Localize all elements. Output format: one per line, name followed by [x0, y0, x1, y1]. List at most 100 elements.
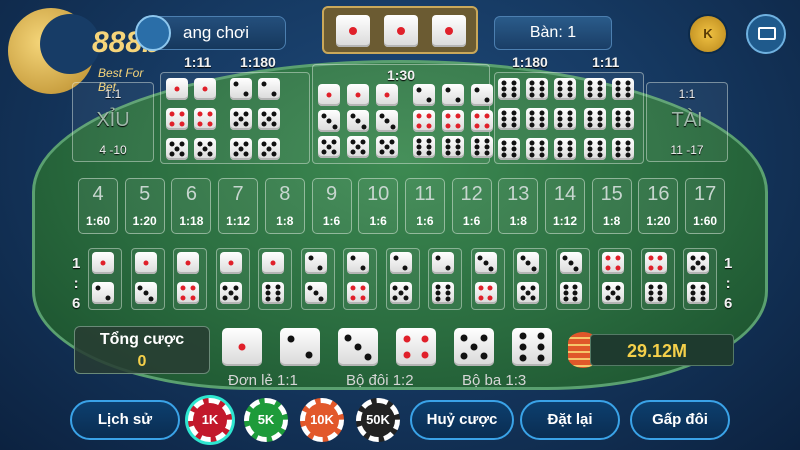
any-triple-die — [318, 110, 340, 132]
total-number: 13 — [507, 183, 530, 205]
any-triple-die — [376, 110, 398, 132]
total-odds: 1:8 — [603, 214, 621, 228]
combo-die — [474, 252, 497, 274]
triple-left-die — [194, 138, 216, 160]
total-odds: 1:8 — [276, 214, 294, 228]
total-bet-value: 0 — [137, 353, 147, 370]
combo-die — [347, 282, 369, 304]
cancel-bet-button[interactable]: Huỷ cược — [410, 400, 514, 440]
table-label-button[interactable]: Bàn: 1 — [494, 16, 612, 50]
bet-total-14[interactable]: 14 1:12 — [545, 178, 585, 234]
reset-button[interactable]: Đặt lại — [520, 400, 620, 440]
bet-total-5[interactable]: 5 1:20 — [124, 178, 165, 234]
triple-left-die — [230, 78, 252, 100]
total-odds: 1:18 — [179, 214, 204, 228]
chip-1k[interactable]: 1K — [188, 398, 232, 442]
bet-single-6[interactable] — [512, 328, 552, 366]
total-number: 9 — [325, 183, 338, 205]
any-triple-die — [347, 110, 369, 132]
any-triple-die — [376, 136, 398, 158]
combo-die — [687, 252, 709, 274]
triple-right-die — [526, 78, 548, 100]
chip-10k[interactable]: 10K — [300, 398, 344, 442]
any-triple-die — [376, 84, 398, 106]
chip-50k[interactable]: 50K — [356, 398, 400, 442]
room-icon — [135, 15, 171, 51]
total-odds: 1:60 — [85, 214, 111, 228]
combo-die — [347, 252, 369, 274]
combo-die — [219, 282, 242, 304]
bet-single-5[interactable] — [454, 328, 494, 366]
combo-die — [432, 282, 454, 304]
result-die-2 — [384, 15, 418, 47]
combo-die — [92, 282, 114, 304]
bet-total-15[interactable]: 15 1:8 — [591, 178, 632, 234]
total-odds: 1:6 — [462, 214, 481, 228]
triple-right-die — [584, 138, 606, 160]
balance-value: 29.12M — [627, 341, 688, 361]
combo-die — [177, 282, 199, 304]
bet-total-16[interactable]: 16 1:20 — [638, 178, 679, 234]
double-button[interactable]: Gấp đôi — [630, 400, 730, 440]
combo-die — [177, 252, 199, 274]
triple-left-die — [258, 108, 280, 130]
total-odds: 1:12 — [226, 214, 251, 228]
bet-big[interactable]: 1:1 TÀI 11 -17 — [646, 82, 728, 162]
chat-icon[interactable] — [746, 14, 786, 54]
bet-total-8[interactable]: 8 1:8 — [264, 178, 305, 234]
any-triple-die — [413, 84, 435, 106]
chip-5k[interactable]: 5K — [244, 398, 288, 442]
total-number: 11 — [414, 183, 436, 205]
combo-die — [134, 282, 157, 304]
bet-total-4[interactable]: 4 1:60 — [78, 178, 118, 234]
combo-die — [687, 282, 709, 304]
bet-total-17[interactable]: 17 1:60 — [685, 178, 726, 234]
bet-total-9[interactable]: 9 1:6 — [311, 178, 352, 234]
combo-die — [389, 282, 412, 304]
any-triple-die — [413, 110, 435, 132]
bet-single-3[interactable] — [338, 328, 378, 366]
triple-left-die — [258, 138, 280, 160]
combo-die — [602, 282, 624, 304]
coin-icon[interactable]: K — [688, 14, 728, 54]
bet-total-12[interactable]: 12 1:6 — [451, 178, 492, 234]
any-triple-die — [442, 110, 464, 132]
rule-pair: Bộ đôi 1:2 — [346, 372, 414, 389]
bet-single-2[interactable] — [280, 328, 320, 366]
triple-left-die — [258, 78, 280, 100]
rule-single: Đơn lẻ 1:1 — [228, 372, 298, 389]
any-triple-die — [413, 136, 435, 158]
bet-total-11[interactable]: 11 1:6 — [404, 178, 445, 234]
any-triple-die — [318, 84, 340, 106]
triple-left-die — [166, 78, 188, 100]
bet-total-10[interactable]: 10 1:6 — [358, 178, 399, 234]
combo-die — [559, 282, 582, 304]
triple-right-die — [584, 78, 606, 100]
room-button[interactable]: ang chơi — [135, 15, 286, 51]
any-triple-die — [347, 84, 369, 106]
triple-right-die — [612, 108, 634, 130]
total-number: 7 — [232, 183, 244, 205]
room-label: ang chơi — [183, 23, 249, 42]
bet-single-1[interactable] — [222, 328, 262, 366]
combo-die — [644, 282, 667, 304]
history-button[interactable]: Lịch sử — [70, 400, 180, 440]
any-triple-die — [471, 84, 493, 106]
total-odds: 1:6 — [369, 214, 387, 228]
table-label: Bàn: 1 — [529, 24, 577, 41]
triple-right-die — [554, 108, 576, 130]
bet-total-6[interactable]: 6 1:18 — [171, 178, 212, 234]
bet-total-7[interactable]: 7 1:12 — [218, 178, 259, 234]
bet-total-13[interactable]: 13 1:8 — [498, 178, 539, 234]
triple-right-die — [526, 138, 548, 160]
bet-single-4[interactable] — [396, 328, 436, 366]
balance-box: 29.12M — [590, 334, 734, 366]
combo-die — [432, 252, 454, 274]
total-number: 17 — [693, 183, 717, 205]
combo-die — [559, 252, 582, 274]
bet-small[interactable]: 1:1 XỈU 4 -10 — [72, 82, 154, 162]
triple-right-die — [584, 108, 606, 130]
total-odds: 1:8 — [509, 214, 527, 228]
combo-die — [474, 282, 497, 304]
any-triple-die — [347, 136, 369, 158]
